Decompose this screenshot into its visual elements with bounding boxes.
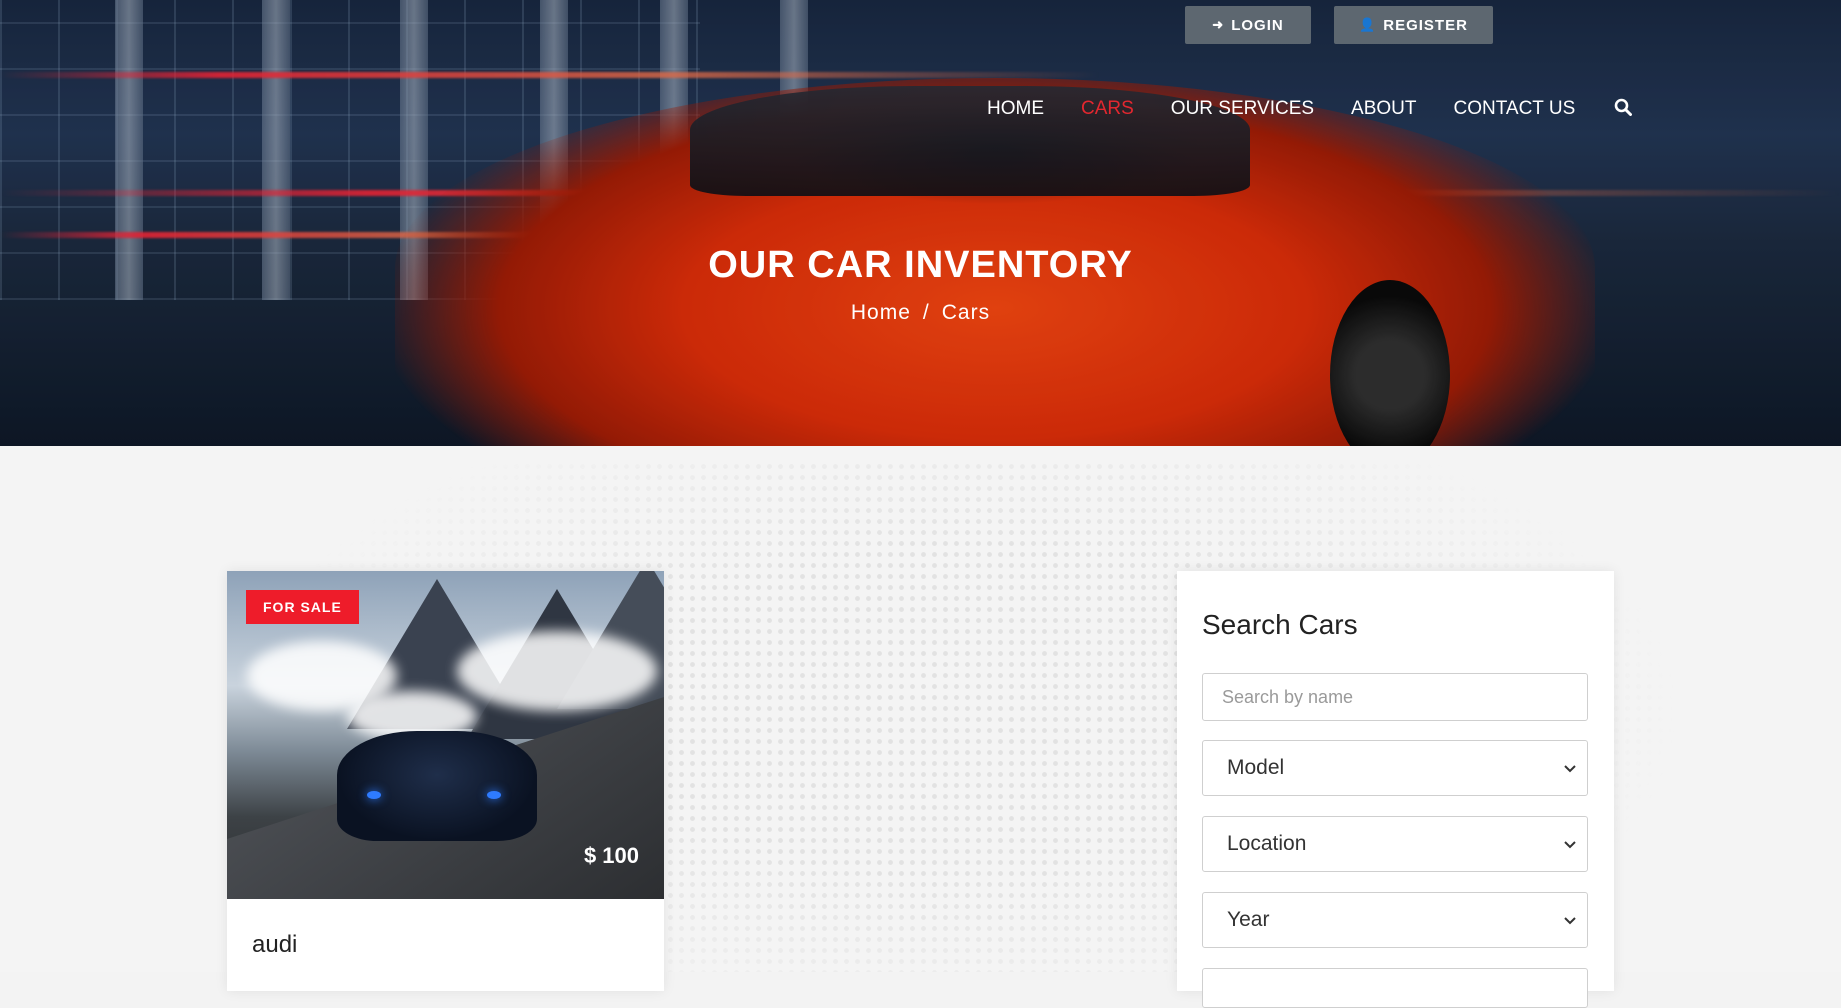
for-sale-badge: FOR SALE bbox=[246, 590, 359, 624]
car-listing-card[interactable]: FOR SALE $ 100 audi bbox=[227, 571, 664, 991]
location-select-value: Location bbox=[1227, 832, 1307, 855]
nav-item-home[interactable]: HOME bbox=[987, 98, 1044, 122]
search-icon[interactable] bbox=[1614, 98, 1633, 122]
location-select[interactable]: Location bbox=[1202, 816, 1588, 872]
register-button-label: REGISTER bbox=[1383, 16, 1468, 34]
hero-banner: ➜ LOGIN 👤 REGISTER HOME CARS OUR SERVICE… bbox=[0, 0, 1841, 446]
search-panel-title: Search Cars bbox=[1202, 609, 1358, 640]
headlight bbox=[487, 791, 501, 799]
additional-select[interactable] bbox=[1202, 968, 1588, 1008]
nav-item-cars[interactable]: CARS bbox=[1081, 98, 1134, 122]
user-plus-icon: 👤 bbox=[1359, 17, 1377, 32]
chevron-down-icon bbox=[1564, 912, 1576, 928]
page-title: OUR CAR INVENTORY bbox=[708, 244, 1133, 286]
year-select-value: Year bbox=[1227, 908, 1270, 931]
cloud-shape bbox=[457, 631, 657, 711]
login-button[interactable]: ➜ LOGIN bbox=[1185, 6, 1311, 44]
car-listing-image[interactable]: FOR SALE $ 100 bbox=[227, 571, 664, 899]
nav-item-about[interactable]: ABOUT bbox=[1351, 98, 1416, 122]
listing-car-shape bbox=[337, 731, 537, 841]
chevron-down-icon bbox=[1564, 836, 1576, 852]
chevron-down-icon bbox=[1564, 760, 1576, 776]
main-nav: HOME CARS OUR SERVICES ABOUT CONTACT US bbox=[987, 98, 1633, 122]
model-select[interactable]: Model bbox=[1202, 740, 1588, 796]
car-price: $ 100 bbox=[583, 843, 639, 868]
login-button-label: LOGIN bbox=[1231, 16, 1284, 34]
sign-in-icon: ➜ bbox=[1212, 17, 1225, 32]
model-select-value: Model bbox=[1227, 756, 1285, 779]
nav-item-our-services[interactable]: OUR SERVICES bbox=[1171, 98, 1314, 122]
car-name[interactable]: audi bbox=[252, 931, 297, 959]
search-cars-panel: Search Cars Model Location Year bbox=[1177, 571, 1614, 1008]
register-button[interactable]: 👤 REGISTER bbox=[1334, 6, 1493, 44]
breadcrumb-home[interactable]: Home bbox=[851, 301, 911, 324]
breadcrumb: Home / Cars bbox=[0, 301, 1841, 325]
breadcrumb-current: Cars bbox=[941, 301, 991, 324]
search-by-name-input[interactable] bbox=[1202, 673, 1588, 721]
nav-item-contact-us[interactable]: CONTACT US bbox=[1454, 98, 1576, 122]
breadcrumb-separator: / bbox=[922, 301, 930, 324]
headlight bbox=[367, 791, 381, 799]
hero-overlay bbox=[0, 0, 1841, 446]
year-select[interactable]: Year bbox=[1202, 892, 1588, 948]
